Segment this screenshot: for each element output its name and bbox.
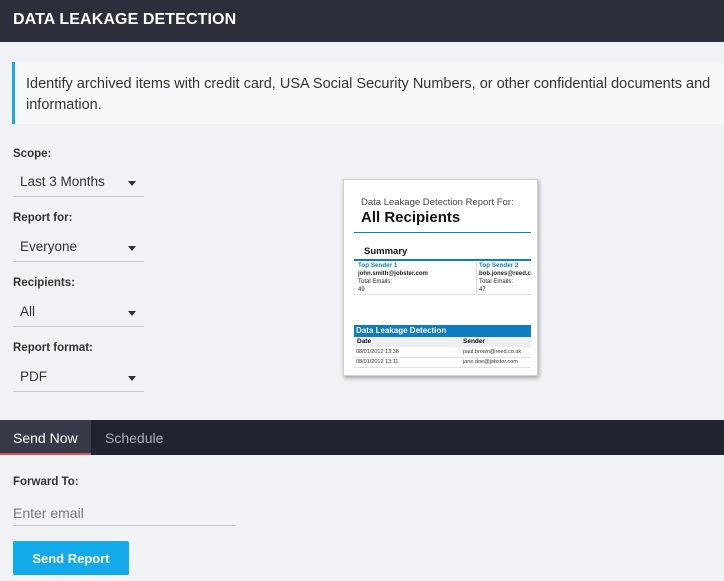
report-for-select[interactable]: Everyone xyxy=(13,232,144,262)
preview-cell: 08/01/2012 13:11 xyxy=(356,359,399,365)
page-title: DATA LEAKAGE DETECTION xyxy=(13,11,237,28)
tab-schedule[interactable]: Schedule xyxy=(91,420,181,455)
caret-down-icon xyxy=(128,181,136,186)
preview-cell: jane.doe@jobster.com xyxy=(463,359,518,365)
info-callout: Identify archived items with credit card… xyxy=(12,62,724,124)
scope-label: Scope: xyxy=(13,148,52,160)
preview-sender-title: Top Sender 1 xyxy=(358,262,398,269)
preview-divider xyxy=(354,259,531,261)
page-header: DATA LEAKAGE DETECTION xyxy=(0,0,724,42)
recipients-label: Recipients: xyxy=(13,277,75,289)
preview-table-title: Data Leakage Detection xyxy=(354,325,531,337)
recipients-value: All xyxy=(20,304,36,319)
preview-sender-emails-count: 47 xyxy=(479,287,486,293)
preview-sender-title: Top Sender 2 xyxy=(479,262,519,269)
preview-column-header: Sender xyxy=(463,338,486,345)
preview-divider xyxy=(476,262,477,294)
preview-cell: paul.brown@reed.co.uk xyxy=(463,349,522,355)
report-format-label: Report format: xyxy=(13,342,93,354)
preview-heading: All Recipients xyxy=(361,209,461,226)
preview-sender-email: bob.jones@reed.c xyxy=(479,271,531,277)
email-input[interactable] xyxy=(13,500,236,526)
caret-down-icon xyxy=(128,376,136,381)
scope-value: Last 3 Months xyxy=(20,174,105,189)
preview-row-divider xyxy=(354,357,531,358)
preview-top-sender: Top Sender 2 bob.jones@reed.c Total Emai… xyxy=(479,262,531,294)
info-text: Identify archived items with credit card… xyxy=(26,76,711,113)
preview-sender-emails-label: Total Emails: xyxy=(358,279,393,285)
recipients-select[interactable]: All xyxy=(13,297,144,327)
caret-down-icon xyxy=(128,311,136,316)
preview-sender-email: john.smith@jobster.com xyxy=(358,271,428,277)
preview-summary-title: Summary xyxy=(364,246,408,257)
report-preview: Data Leakage Detection Report For: All R… xyxy=(343,179,538,376)
tab-send-now[interactable]: Send Now xyxy=(0,420,91,455)
caret-down-icon xyxy=(128,246,136,251)
tab-bar: Send Now Schedule xyxy=(0,420,724,455)
report-for-value: Everyone xyxy=(20,239,78,254)
scope-select[interactable]: Last 3 Months xyxy=(13,167,144,197)
preview-top-sender: Top Sender 1 john.smith@jobster.com Tota… xyxy=(358,262,428,294)
forward-to-label: Forward To: xyxy=(13,476,79,488)
preview-row-divider xyxy=(354,367,531,368)
report-format-value: PDF xyxy=(20,369,47,384)
preview-sender-emails-count: 49 xyxy=(358,287,365,293)
preview-caption: Data Leakage Detection Report For: xyxy=(361,197,514,208)
preview-cell: 08/01/2012 13:36 xyxy=(356,349,399,355)
preview-column-header: Date xyxy=(357,338,372,345)
preview-table-header-row xyxy=(354,337,531,347)
send-report-button[interactable]: Send Report xyxy=(13,541,129,575)
preview-divider xyxy=(354,294,531,295)
report-format-select[interactable]: PDF xyxy=(13,362,144,392)
report-for-label: Report for: xyxy=(13,212,73,224)
preview-divider xyxy=(354,232,531,233)
preview-sender-emails-label: Total Emails: xyxy=(479,279,514,285)
